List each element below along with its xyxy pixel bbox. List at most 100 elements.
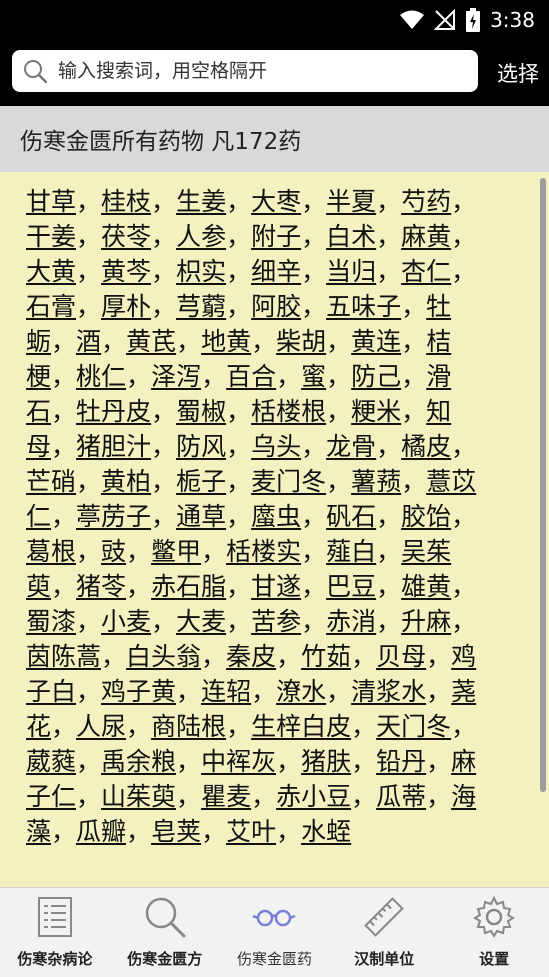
herb-link[interactable]: 中裈灰 [201, 747, 276, 776]
herb-link[interactable]: 防风 [176, 432, 226, 461]
herb-link[interactable]: 水蛭 [301, 817, 351, 846]
herb-link[interactable]: 蜜 [301, 362, 326, 391]
herb-link[interactable]: 清浆水 [351, 677, 426, 706]
herb-link[interactable]: 猪肤 [301, 747, 351, 776]
herb-link[interactable]: 乌头 [251, 432, 301, 461]
herb-link[interactable]: 枳实 [176, 257, 226, 286]
herb-link[interactable]: 天门冬 [376, 712, 451, 741]
herb-link[interactable]: 黄芪 [126, 327, 176, 356]
herb-link[interactable]: 苦参 [251, 607, 301, 636]
herb-link[interactable]: 泽泻 [151, 362, 201, 391]
herb-link[interactable]: 赤石脂 [151, 572, 226, 601]
herb-link[interactable]: 桂枝 [101, 187, 151, 216]
herb-link[interactable]: 芎藭 [176, 292, 226, 321]
herb-link[interactable]: 粳米 [351, 397, 401, 426]
herb-link[interactable]: 附子 [251, 222, 301, 251]
herb-link[interactable]: 当归 [326, 257, 376, 286]
herb-link[interactable]: 雄黄 [401, 572, 451, 601]
herb-link[interactable]: 潦水 [276, 677, 326, 706]
herb-link[interactable]: 石膏 [26, 292, 76, 321]
herb-link[interactable]: 人参 [176, 222, 226, 251]
herb-link[interactable]: 薯蓣 [351, 467, 401, 496]
scrollbar[interactable] [540, 178, 546, 792]
herb-link[interactable]: 瓜瓣 [76, 817, 126, 846]
herb-link[interactable]: 细辛 [251, 257, 301, 286]
herb-link[interactable]: 龙骨 [326, 432, 376, 461]
herb-link[interactable]: 豉 [101, 537, 126, 566]
herb-link[interactable]: 芍药 [401, 187, 451, 216]
herb-link[interactable]: 䗪虫 [251, 502, 301, 531]
herb-list-panel[interactable]: 甘草，桂枝，生姜，大枣，半夏，芍药，干姜，茯苓，人参，附子，白术，麻黄，大黄，黄… [0, 172, 549, 887]
herb-link[interactable]: 芒硝 [26, 467, 76, 496]
herb-link[interactable]: 贝母 [376, 642, 426, 671]
herb-link[interactable]: 通草 [176, 502, 226, 531]
herb-link[interactable]: 人尿 [76, 712, 126, 741]
herb-link[interactable]: 瓜蒂 [376, 782, 426, 811]
herb-link[interactable]: 白术 [326, 222, 376, 251]
herb-link[interactable]: 赤消 [326, 607, 376, 636]
herb-link[interactable]: 甘草 [26, 187, 76, 216]
herb-link[interactable]: 蜀漆 [26, 607, 76, 636]
nav-item-shanghan-yao[interactable]: 伤寒金匮药 [220, 888, 330, 977]
herb-link[interactable]: 阿胶 [251, 292, 301, 321]
herb-link[interactable]: 栝楼根 [251, 397, 326, 426]
herb-link[interactable]: 黄柏 [101, 467, 151, 496]
herb-link[interactable]: 巴豆 [326, 572, 376, 601]
herb-link[interactable]: 蜀椒 [176, 397, 226, 426]
herb-link[interactable]: 栝楼实 [226, 537, 301, 566]
herb-link[interactable]: 升麻 [401, 607, 451, 636]
herb-link[interactable]: 酒 [76, 327, 101, 356]
herb-link[interactable]: 禹余粮 [101, 747, 176, 776]
herb-link[interactable]: 黄连 [351, 327, 401, 356]
herb-link[interactable]: 小麦 [101, 607, 151, 636]
herb-link[interactable]: 茯苓 [101, 222, 151, 251]
herb-link[interactable]: 生姜 [176, 187, 226, 216]
herb-link[interactable]: 鸡子黄 [101, 677, 176, 706]
herb-link[interactable]: 大麦 [176, 607, 226, 636]
herb-link[interactable]: 半夏 [326, 187, 376, 216]
herb-link[interactable]: 瞿麦 [201, 782, 251, 811]
herb-link[interactable]: 皂荚 [151, 817, 201, 846]
herb-link[interactable]: 地黄 [201, 327, 251, 356]
herb-link[interactable]: 百合 [226, 362, 276, 391]
herb-link[interactable]: 大枣 [251, 187, 301, 216]
herb-link[interactable]: 葶苈子 [76, 502, 151, 531]
herb-link[interactable]: 栀子 [176, 467, 226, 496]
herb-link[interactable]: 白头翁 [126, 642, 201, 671]
herb-link[interactable]: 猪胆汁 [76, 432, 151, 461]
herb-link[interactable]: 茵陈蒿 [26, 642, 101, 671]
herb-link[interactable]: 薤白 [326, 537, 376, 566]
herb-link[interactable]: 防己 [351, 362, 401, 391]
herb-link[interactable]: 杏仁 [401, 257, 451, 286]
nav-item-settings[interactable]: 设置 [439, 888, 549, 977]
herb-link[interactable]: 干姜 [26, 222, 76, 251]
search-box[interactable] [12, 50, 478, 92]
herb-link[interactable]: 桃仁 [76, 362, 126, 391]
herb-link[interactable]: 甘遂 [251, 572, 301, 601]
herb-link[interactable]: 铅丹 [376, 747, 426, 776]
herb-link[interactable]: 秦皮 [226, 642, 276, 671]
nav-item-shanghan-zabing[interactable]: 伤寒杂病论 [0, 888, 110, 977]
herb-link[interactable]: 麻黄 [401, 222, 451, 251]
herb-link[interactable]: 山茱萸 [101, 782, 176, 811]
herb-link[interactable]: 矾石 [326, 502, 376, 531]
herb-link[interactable]: 五味子 [326, 292, 401, 321]
herb-link[interactable]: 连轺 [201, 677, 251, 706]
herb-link[interactable]: 大黄 [26, 257, 76, 286]
herb-link[interactable]: 赤小豆 [276, 782, 351, 811]
herb-link[interactable]: 黄芩 [101, 257, 151, 286]
choose-button[interactable]: 选择 [497, 58, 539, 88]
herb-link[interactable]: 葛根 [26, 537, 76, 566]
herb-link[interactable]: 猪苓 [76, 572, 126, 601]
herb-link[interactable]: 厚朴 [101, 292, 151, 321]
search-input[interactable] [56, 59, 478, 83]
herb-link[interactable]: 葳蕤 [26, 747, 76, 776]
nav-item-hanzhi-danwei[interactable]: 汉制单位 [329, 888, 439, 977]
herb-link[interactable]: 鳖甲 [151, 537, 201, 566]
herb-link[interactable]: 竹茹 [301, 642, 351, 671]
herb-link[interactable]: 柴胡 [276, 327, 326, 356]
nav-item-shanghan-fang[interactable]: 伤寒金匮方 [110, 888, 220, 977]
herb-link[interactable]: 麦门冬 [251, 467, 326, 496]
herb-link[interactable]: 牡丹皮 [76, 397, 151, 426]
herb-link[interactable]: 艾叶 [226, 817, 276, 846]
